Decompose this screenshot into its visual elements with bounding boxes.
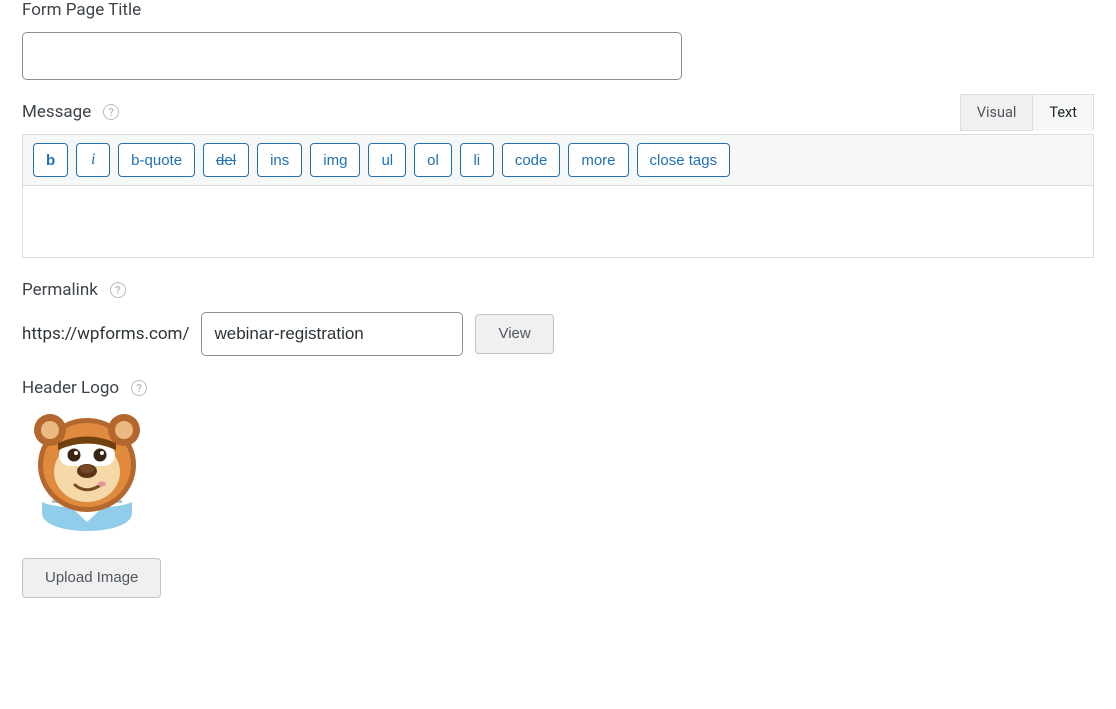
help-icon[interactable]: ?	[103, 104, 119, 120]
permalink-label: Permalink ?	[22, 280, 1094, 300]
tab-visual[interactable]: Visual	[960, 94, 1034, 131]
mascot-logo-icon	[22, 410, 152, 540]
logo-preview	[22, 410, 1094, 544]
qt-more-button[interactable]: more	[568, 143, 628, 177]
quicktags-toolbar: b i b-quote del ins img ul ol li code mo…	[23, 135, 1093, 185]
qt-li-button[interactable]: li	[460, 143, 494, 177]
qt-del-button[interactable]: del	[203, 143, 249, 177]
editor: b i b-quote del ins img ul ol li code mo…	[22, 134, 1094, 258]
qt-bold-button[interactable]: b	[33, 143, 68, 177]
message-field: Message ? Visual Text b i b-quote del in…	[22, 102, 1094, 258]
label-text: Permalink	[22, 280, 98, 300]
upload-image-button[interactable]: Upload Image	[22, 558, 161, 598]
form-page-title-field: Form Page Title	[22, 0, 1094, 80]
qt-italic-button[interactable]: i	[76, 143, 110, 177]
label-text: Message	[22, 102, 91, 122]
editor-wrapper: Visual Text b i b-quote del ins img ul o…	[22, 134, 1094, 258]
message-label: Message ?	[22, 102, 1094, 122]
header-logo-label: Header Logo ?	[22, 378, 1094, 398]
tab-text[interactable]: Text	[1032, 94, 1094, 131]
help-icon[interactable]: ?	[110, 282, 126, 298]
qt-img-button[interactable]: img	[310, 143, 360, 177]
label-text: Form Page Title	[22, 0, 141, 20]
editor-tabs: Visual Text	[961, 94, 1094, 131]
form-page-title-input[interactable]	[22, 32, 682, 80]
qt-close-tags-button[interactable]: close tags	[637, 143, 731, 177]
message-textarea[interactable]	[23, 185, 1093, 257]
help-icon[interactable]: ?	[131, 380, 147, 396]
label-text: Header Logo	[22, 378, 119, 398]
permalink-row: https://wpforms.com/ View	[22, 312, 1094, 356]
permalink-field: Permalink ? https://wpforms.com/ View	[22, 280, 1094, 356]
permalink-base-url: https://wpforms.com/	[22, 324, 189, 344]
header-logo-field: Header Logo ?	[22, 378, 1094, 598]
form-page-title-label: Form Page Title	[22, 0, 1094, 20]
qt-blockquote-button[interactable]: b-quote	[118, 143, 195, 177]
view-button[interactable]: View	[475, 314, 553, 354]
qt-ins-button[interactable]: ins	[257, 143, 302, 177]
qt-code-button[interactable]: code	[502, 143, 561, 177]
qt-ul-button[interactable]: ul	[368, 143, 406, 177]
permalink-slug-input[interactable]	[201, 312, 463, 356]
qt-ol-button[interactable]: ol	[414, 143, 452, 177]
